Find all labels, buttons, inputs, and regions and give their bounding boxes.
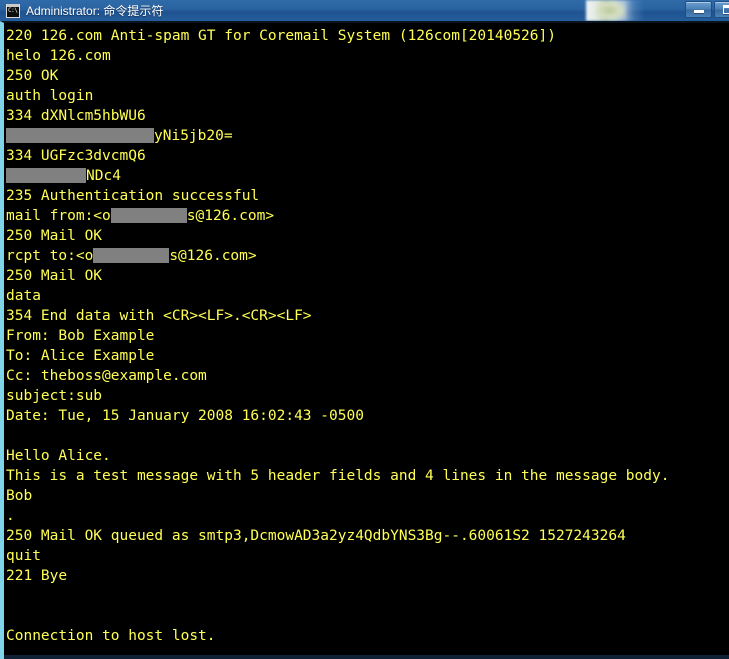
terminal-line: Bob — [6, 488, 33, 504]
wallpaper-bleedthrough — [596, 1, 626, 20]
maximize-icon — [715, 2, 729, 17]
redaction-bar — [93, 248, 170, 263]
terminal-line: 250 Mail OK — [6, 228, 103, 244]
terminal-line: helo 126.com — [6, 48, 111, 64]
terminal-line: To: Alice Example — [6, 348, 155, 364]
terminal-line: 334 dXNlcm5hbWU6 — [6, 108, 146, 124]
terminal-line: data — [6, 288, 41, 304]
titlebar-left-group: Administrator: 命令提示符 — [6, 0, 163, 21]
terminal-line: From: Bob Example — [6, 328, 155, 344]
terminal-frame[interactable]: 220 126.com Anti-spam GT for Coremail Sy… — [0, 21, 729, 659]
terminal-line: subject:sub — [6, 388, 103, 404]
terminal-line: 354 End data with <CR><LF>.<CR><LF> — [6, 308, 312, 324]
terminal-line: 250 OK — [6, 68, 59, 84]
terminal-line: 250 Mail OK queued as smtp3,DcmowAD3a2yz… — [6, 528, 626, 544]
terminal-line: yNi5jb20= — [6, 126, 729, 146]
terminal-line: Date: Tue, 15 January 2008 16:02:43 -050… — [6, 408, 364, 424]
terminal-line: 334 UGFzc3dvcmQ6 — [6, 148, 146, 164]
terminal-line: quit — [6, 548, 41, 564]
terminal-output[interactable]: 220 126.com Anti-spam GT for Coremail Sy… — [6, 26, 729, 659]
redaction-bar — [110, 208, 187, 223]
terminal-line: 221 Bye — [6, 568, 68, 584]
window-titlebar[interactable]: Administrator: 命令提示符 — [0, 0, 729, 21]
terminal-line: . — [6, 508, 15, 524]
terminal-line: NDc4 — [6, 166, 729, 186]
terminal-line-text: rcpt to:<o — [6, 248, 94, 264]
terminal-line: 235 Authentication successful — [6, 188, 260, 204]
terminal-line-text: NDc4 — [86, 168, 121, 184]
terminal-line-text: yNi5jb20= — [154, 128, 233, 144]
minimize-button[interactable] — [685, 1, 712, 18]
window-title: Administrator: 命令提示符 — [26, 4, 164, 18]
terminal-line: 250 Mail OK — [6, 268, 103, 284]
minimize-icon — [686, 2, 711, 17]
command-prompt-window: Administrator: 命令提示符 220 126.com Anti-sp… — [0, 0, 729, 659]
console-icon[interactable] — [6, 3, 20, 18]
redaction-bar — [6, 168, 86, 183]
terminal-line-text: s@126.com> — [186, 208, 275, 224]
terminal-line: This is a test message with 5 header fie… — [6, 468, 670, 484]
terminal-line: rcpt to:<o s@126.com> — [6, 246, 729, 266]
window-controls — [685, 1, 729, 18]
maximize-button[interactable] — [714, 1, 729, 18]
redaction-bar — [6, 128, 154, 143]
terminal-line: mail from:<o s@126.com> — [6, 206, 729, 226]
terminal-line: Hello Alice. — [6, 448, 111, 464]
terminal-line-text: s@126.com> — [169, 248, 257, 264]
terminal-line: Cc: theboss@example.com — [6, 368, 207, 384]
terminal-line-text: mail from:<o — [6, 208, 111, 224]
terminal-line: Connection to host lost. — [6, 628, 216, 644]
terminal-line: auth login — [6, 88, 94, 104]
terminal-line: 220 126.com Anti-spam GT for Coremail Sy… — [6, 28, 556, 44]
